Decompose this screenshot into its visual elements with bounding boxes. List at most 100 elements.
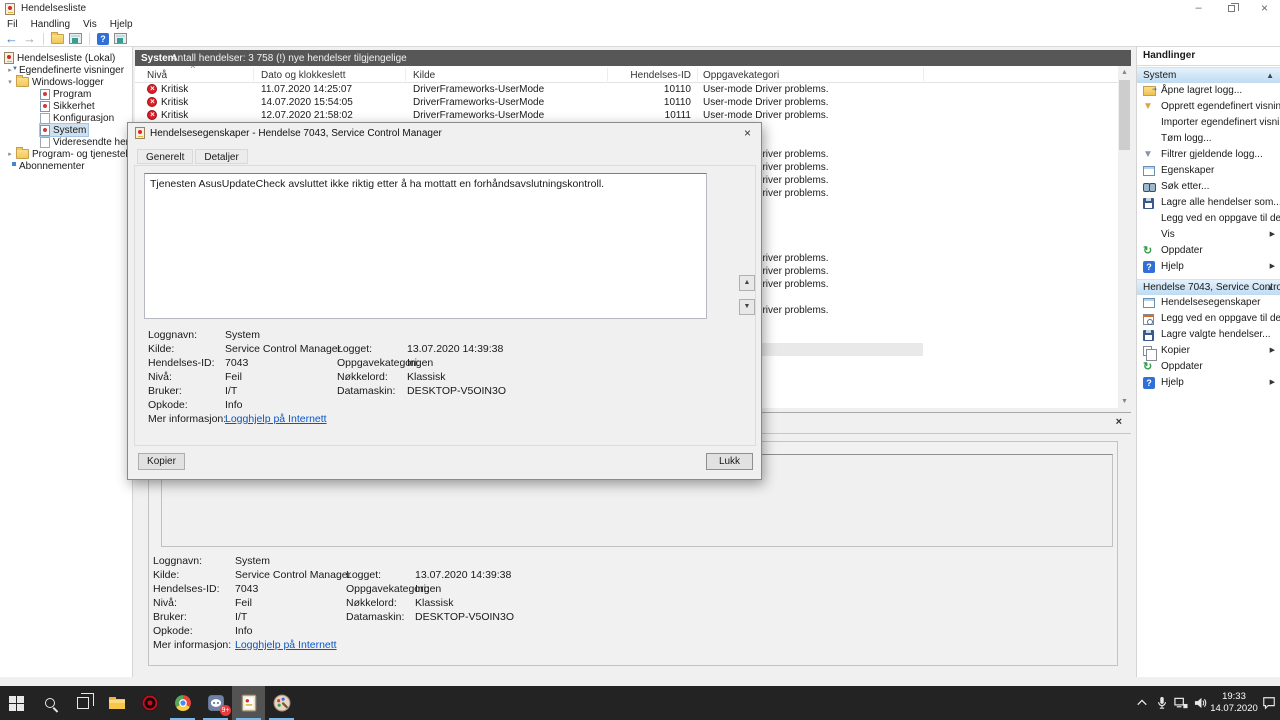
tray-volume-icon[interactable]: [1192, 686, 1210, 720]
column-divider[interactable]: [923, 68, 924, 81]
column-header-source[interactable]: Kilde: [413, 70, 435, 81]
action-item[interactable]: Tøm logg...: [1137, 131, 1280, 147]
tree-item[interactable]: Abonnementer: [0, 160, 132, 172]
detail-row: Hendelses-ID: 7043 Oppgavekategori: Inge…: [149, 583, 1119, 597]
column-header-date[interactable]: Dato og klokkeslett: [261, 70, 346, 81]
action-item[interactable]: Hjelp ▶: [1137, 375, 1280, 391]
preview-close-icon[interactable]: ×: [1116, 417, 1122, 428]
cell-source: DriverFrameworks-UserMode: [413, 97, 544, 108]
column-divider[interactable]: [697, 68, 698, 81]
help-icon[interactable]: ?: [97, 33, 109, 45]
actions-section-header[interactable]: Hendelse 7043, Service Control M... ▲: [1137, 279, 1280, 295]
table-row[interactable]: Kritisk 11.07.2020 14:25:07 DriverFramew…: [135, 83, 1118, 96]
detail-label-right: Datamaskin:: [337, 385, 395, 397]
copy-button[interactable]: Kopier: [138, 453, 185, 470]
restore-button[interactable]: [1215, 0, 1248, 18]
start-button[interactable]: [0, 686, 33, 720]
previous-event-button[interactable]: ▲: [739, 275, 755, 291]
action-center-icon[interactable]: [1260, 686, 1278, 720]
dialog-tab[interactable]: Detaljer: [195, 149, 247, 164]
tray-microphone-icon[interactable]: [1154, 686, 1170, 720]
close-button[interactable]: ×: [1248, 0, 1280, 18]
column-header-level[interactable]: Nivå: [147, 70, 167, 81]
detail-value-right: Ingen: [415, 583, 441, 595]
tray-network-icon[interactable]: [1172, 686, 1190, 720]
tray-chevron-up-icon[interactable]: [1134, 686, 1150, 720]
detail-row: Kilde: Service Control Manager Logget: 1…: [135, 343, 757, 357]
open-saved-log-icon[interactable]: [51, 34, 64, 44]
action-item[interactable]: Egenskaper: [1137, 163, 1280, 179]
table-row[interactable]: Kritisk 12.07.2020 21:58:02 DriverFramew…: [135, 109, 1118, 122]
menu-item[interactable]: Fil: [7, 19, 18, 30]
action-item[interactable]: Legg ved en oppgave til den...: [1137, 311, 1280, 327]
action-item[interactable]: Opprett egendefinert visning...: [1137, 99, 1280, 115]
next-event-button[interactable]: ▼: [739, 299, 755, 315]
action-item[interactable]: Lagre valgte hendelser...: [1137, 327, 1280, 343]
detail-value[interactable]: Logghjelp på Internett: [235, 639, 337, 651]
column-header-event-id[interactable]: Hendelses-ID: [611, 70, 691, 81]
tree-item[interactable]: Program: [0, 88, 132, 100]
action-item[interactable]: Vis ▶: [1137, 227, 1280, 243]
action-item[interactable]: Lagre alle hendelser som...: [1137, 195, 1280, 211]
minimize-button[interactable]: –: [1182, 0, 1215, 18]
menu-item[interactable]: Vis: [83, 19, 97, 30]
tray-clock[interactable]: 19:33 14.07.2020: [1210, 686, 1258, 720]
tree-item[interactable]: Hendelsesliste (Lokal): [0, 52, 132, 64]
action-item[interactable]: Kopier ▶: [1137, 343, 1280, 359]
action-item[interactable]: Legg ved en oppgave til den...: [1137, 211, 1280, 227]
taskbar: 9+: [0, 686, 1280, 720]
table-row[interactable]: Kritisk 14.07.2020 15:54:05 DriverFramew…: [135, 96, 1118, 109]
toolbar-separator: [89, 33, 90, 45]
taskbar-chrome-button[interactable]: [166, 686, 199, 720]
tree-expander-icon[interactable]: ▸: [4, 150, 16, 158]
actions-panel-title: Handlinger: [1137, 47, 1280, 66]
tree-item[interactable]: System: [0, 124, 132, 136]
taskbar-explorer-button[interactable]: [100, 686, 133, 720]
column-header-category[interactable]: Oppgavekategori: [703, 70, 779, 81]
console-window-icon[interactable]: [69, 33, 82, 44]
dialog-close-icon[interactable]: ×: [744, 127, 751, 139]
action-item[interactable]: Oppdater: [1137, 243, 1280, 259]
tree-item[interactable]: ▸ Program- og tjenestelogger: [0, 148, 132, 160]
action-label: Lagre alle hendelser som...: [1161, 195, 1280, 211]
action-item[interactable]: Åpne lagret logg...: [1137, 83, 1280, 99]
tree-item[interactable]: Konfigurasjon: [0, 112, 132, 124]
action-item[interactable]: Hendelsesegenskaper: [1137, 295, 1280, 311]
close-dialog-button[interactable]: Lukk: [706, 453, 753, 470]
action-item[interactable]: Søk etter...: [1137, 179, 1280, 195]
console-window-icon[interactable]: [114, 33, 127, 44]
scroll-down-icon[interactable]: ▼: [1118, 395, 1131, 408]
taskbar-event-viewer-button[interactable]: [232, 686, 265, 720]
taskbar-red-app-button[interactable]: [133, 686, 166, 720]
actions-section-header[interactable]: System ▲: [1137, 67, 1280, 83]
action-item[interactable]: Oppdater: [1137, 359, 1280, 375]
scroll-up-icon[interactable]: ▲: [1118, 66, 1131, 79]
taskbar-paint-button[interactable]: [265, 686, 298, 720]
column-divider[interactable]: [607, 68, 608, 81]
tree-expander-icon[interactable]: ▾: [4, 78, 16, 86]
detail-value-right: Ingen: [407, 357, 433, 369]
taskbar-discord-button[interactable]: 9+: [199, 686, 232, 720]
event-message-box[interactable]: Tjenesten AsusUpdateCheck avsluttet ikke…: [144, 173, 707, 319]
scrollbar-thumb[interactable]: [1119, 80, 1130, 150]
collapse-icon[interactable]: ▲: [1266, 68, 1274, 84]
forward-icon[interactable]: →: [23, 32, 36, 46]
detail-row: Loggnavn: System: [135, 329, 757, 343]
tree-item[interactable]: ▾ Windows-logger: [0, 76, 132, 88]
action-item[interactable]: Filtrer gjeldende logg...: [1137, 147, 1280, 163]
menu-item[interactable]: Handling: [31, 19, 70, 30]
list-scrollbar[interactable]: ▲ ▼: [1118, 66, 1131, 408]
action-item[interactable]: Importer egendefinert visnin...: [1137, 115, 1280, 131]
task-view-button[interactable]: [66, 686, 99, 720]
detail-value[interactable]: Logghjelp på Internett: [225, 413, 327, 425]
back-icon[interactable]: ←: [5, 32, 18, 46]
column-divider[interactable]: [405, 68, 406, 81]
dialog-tab[interactable]: Generelt: [137, 149, 193, 164]
column-divider[interactable]: [253, 68, 254, 81]
taskbar-search-button[interactable]: [33, 686, 66, 720]
menu-item[interactable]: Hjelp: [110, 19, 133, 30]
action-item[interactable]: Hjelp ▶: [1137, 259, 1280, 275]
detail-value: System: [225, 329, 260, 341]
collapse-icon[interactable]: ▲: [1266, 280, 1274, 296]
tree-item[interactable]: Sikkerhet: [0, 100, 132, 112]
